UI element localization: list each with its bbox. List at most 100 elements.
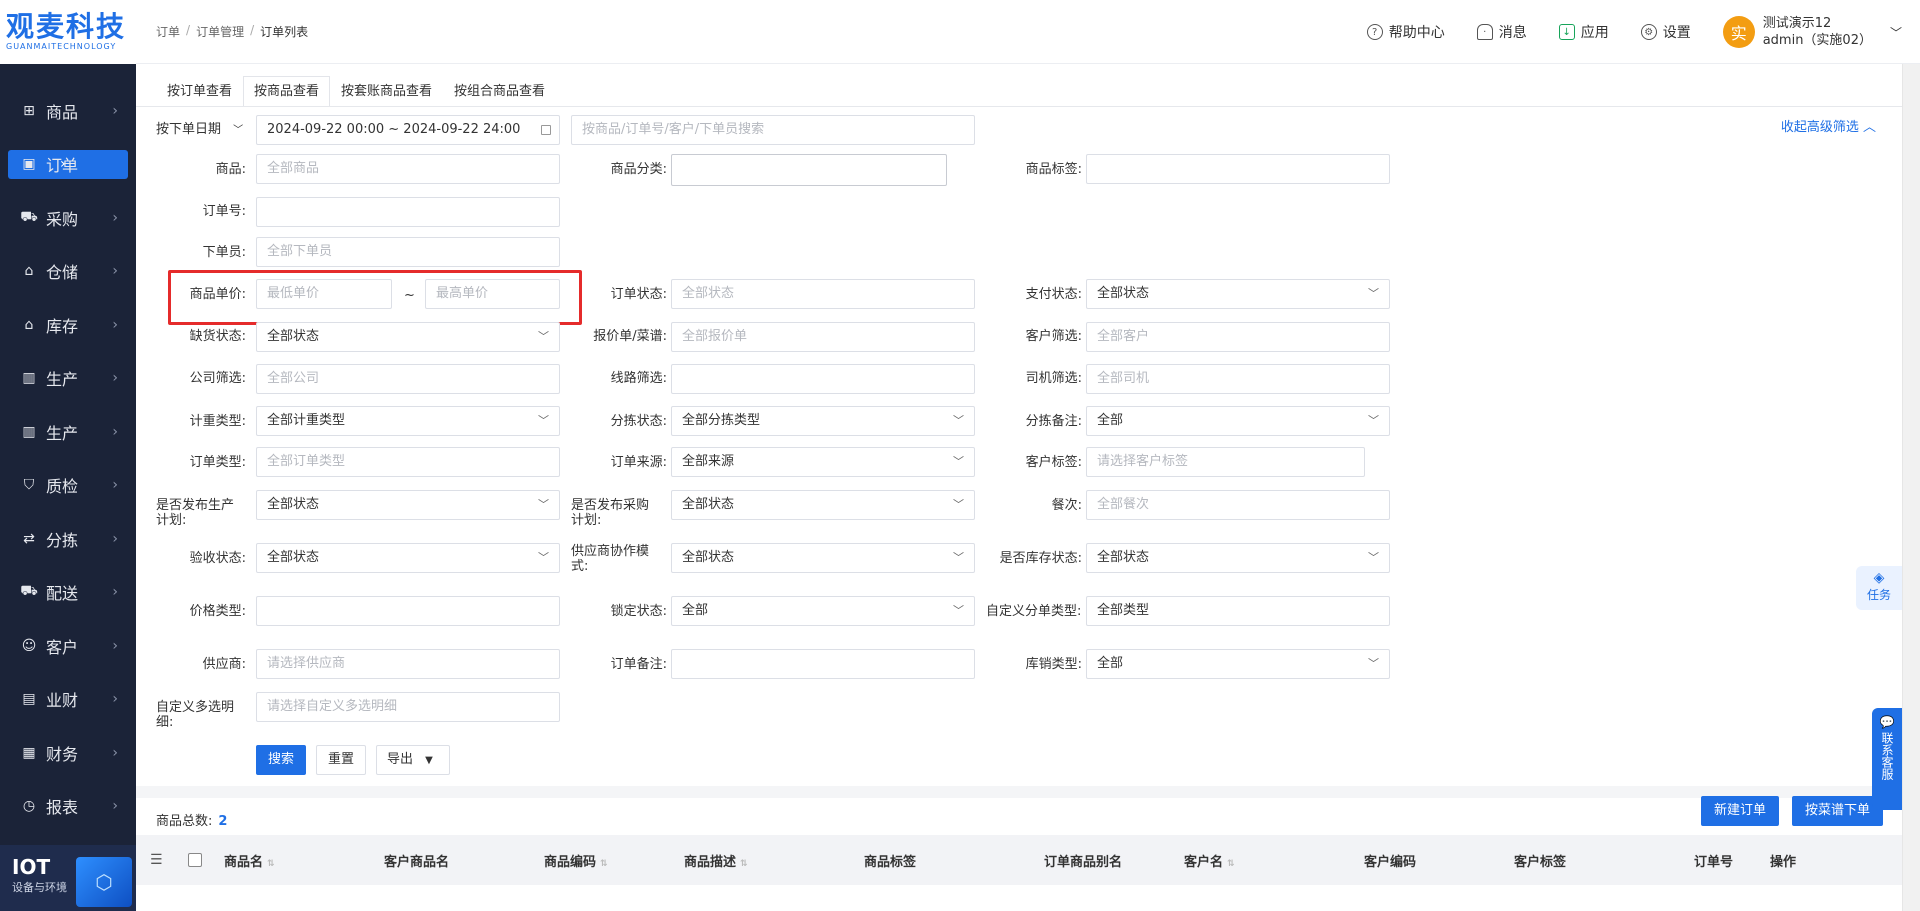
help-center-button[interactable]: ? 帮助中心	[1366, 22, 1445, 42]
split-type-select[interactable]: 全部类型	[1086, 596, 1390, 626]
sort-note-select[interactable]: 全部 ﹀	[1086, 406, 1390, 436]
min-price-input[interactable]: 最低单价	[256, 279, 392, 309]
route-label: 线路筛选:	[610, 371, 667, 386]
order-type-select[interactable]: 全部订单类型	[256, 447, 560, 477]
task-label: 任务	[1866, 588, 1891, 602]
sidebar-item[interactable]: ▣ 订单 ›	[0, 138, 136, 192]
production-plan-select[interactable]: 全部状态 ﹀	[256, 490, 560, 520]
category-select[interactable]	[671, 154, 947, 186]
meal-select[interactable]: 全部餐次	[1086, 490, 1390, 520]
export-button[interactable]: 导出 ▼	[376, 745, 450, 775]
sidebar-item[interactable]: ⛉ 质检 ›	[0, 459, 136, 513]
lock-status-select[interactable]: 全部 ﹀	[671, 596, 975, 626]
apps-button[interactable]: ↓ 应用	[1558, 22, 1609, 42]
column-header[interactable]: 客户名 ⇅	[1184, 851, 1235, 870]
quote-select[interactable]: 全部报价单	[671, 322, 975, 352]
reset-button[interactable]: 重置	[316, 745, 366, 775]
driver-select[interactable]: 全部司机	[1086, 364, 1390, 394]
customer-tag-select[interactable]: 请选择客户标签	[1086, 447, 1365, 477]
order-by-menu-button[interactable]: 按菜谱下单	[1792, 796, 1883, 826]
product-tag-select[interactable]	[1086, 154, 1390, 184]
select-all-checkbox[interactable]	[188, 853, 202, 867]
column-header: 订单号	[1694, 851, 1733, 870]
sidebar-item[interactable]: ⌂ 仓储 ›	[0, 245, 136, 299]
chevron-down-icon: ﹀	[953, 551, 964, 564]
weigh-type-select[interactable]: 全部计重类型 ﹀	[256, 406, 560, 436]
tab-by-order[interactable]: 按订单查看	[156, 76, 243, 106]
sidebar-item[interactable]: ⊞ 商品 ›	[0, 84, 136, 138]
collapse-advanced-filter-link[interactable]: 收起高级筛选 ︿	[1781, 116, 1876, 135]
sidebar-item[interactable]: ⇄ 分拣 ›	[0, 512, 136, 566]
sidebar-item[interactable]: ☺ 客户 ›	[0, 619, 136, 673]
logo[interactable]: 观麦科技 GUANMAITECHNOLOGY	[0, 0, 136, 64]
sidebar-item[interactable]: ⛟ 配送 ›	[0, 566, 136, 620]
tab-by-product[interactable]: 按商品查看	[243, 76, 331, 106]
route-select[interactable]	[671, 364, 975, 394]
layers-icon: ◈	[1873, 570, 1885, 586]
order-no-input[interactable]	[256, 197, 560, 227]
chevron-down-icon: ﹀	[953, 498, 964, 511]
breadcrumb-item-order[interactable]: 订单	[156, 23, 180, 40]
tab-by-combo-product[interactable]: 按组合商品查看	[443, 76, 556, 106]
orderer-select[interactable]: 全部下单员	[256, 237, 560, 267]
column-header[interactable]: 商品描述 ⇅	[684, 851, 748, 870]
page-scrollbar[interactable]	[1902, 64, 1920, 911]
supplier-mode-select[interactable]: 全部状态 ﹀	[671, 543, 975, 573]
search-input[interactable]: 按商品/订单号/客户/下单员搜索	[571, 115, 975, 145]
lock-status-value: 全部	[682, 603, 709, 618]
stock-sale-select[interactable]: 全部 ﹀	[1086, 649, 1390, 679]
sidebar-item[interactable]: ⌂ 库存 ›	[0, 298, 136, 352]
settings-button[interactable]: ⚙ 设置	[1640, 22, 1691, 42]
stock-state-value: 全部状态	[1097, 550, 1150, 565]
task-button[interactable]: ◈ 任务	[1856, 566, 1902, 610]
date-type-select[interactable]: 按下单日期 ﹀	[156, 122, 243, 138]
sidebar-item[interactable]: ▦ 财务 ›	[0, 726, 136, 780]
company-select[interactable]: 全部公司	[256, 364, 560, 394]
user-menu[interactable]: 实 测试演示12 admin（实施02） ﹀	[1722, 15, 1902, 49]
sort-status-select[interactable]: 全部分拣类型 ﹀	[671, 406, 975, 436]
chevron-right-icon: ›	[112, 691, 118, 708]
column-label: 商品标签	[864, 854, 917, 870]
column-settings-icon[interactable]: ☰	[150, 852, 163, 868]
purchase-plan-value: 全部状态	[682, 497, 735, 512]
order-status-select[interactable]: 全部状态	[671, 279, 975, 309]
table-header: ☰ 商品名 ⇅ 客户商品名 商品编码 ⇅ 商品描述 ⇅ 商品标签 订单商品别名 客户名…	[136, 835, 1902, 885]
purchase-plan-select[interactable]: 全部状态 ﹀	[671, 490, 975, 520]
sidebar-item[interactable]: ▥ 生产 ›	[0, 352, 136, 406]
quote-label: 报价单/菜谱:	[593, 329, 667, 344]
messages-button[interactable]: · 消息	[1476, 22, 1527, 42]
sidebar-item[interactable]: ⛟ 采购 ›	[0, 191, 136, 245]
chevron-down-icon: ﹀	[1368, 657, 1379, 670]
date-range-picker[interactable]: 2024-09-22 00:00 ~ 2024-09-22 24:00	[256, 115, 560, 145]
supplier-select[interactable]: 请选择供应商	[256, 649, 560, 679]
breadcrumb-separator: /	[250, 23, 255, 37]
pay-status-select[interactable]: 全部状态 ﹀	[1086, 279, 1390, 309]
order-source-select[interactable]: 全部来源 ﹀	[671, 447, 975, 477]
max-price-input[interactable]: 最高单价	[425, 279, 560, 309]
product-select[interactable]: 全部商品	[256, 154, 560, 184]
iot-panel[interactable]: IOT 设备与环境 ⬡	[0, 845, 136, 911]
sort-note-label: 分拣备注:	[1025, 414, 1082, 429]
category-label: 商品分类:	[610, 162, 667, 177]
column-header[interactable]: 商品名 ⇅	[224, 851, 275, 870]
sidebar-item[interactable]: ▥ 生产 ›	[0, 405, 136, 459]
price-type-select[interactable]	[256, 596, 560, 626]
sort-note-value: 全部	[1097, 413, 1124, 428]
stockout-select[interactable]: 全部状态 ﹀	[256, 322, 560, 352]
tab-by-account-product[interactable]: 按套账商品查看	[330, 76, 443, 106]
stock-state-select[interactable]: 全部状态 ﹀	[1086, 543, 1390, 573]
order-note-input[interactable]	[671, 649, 975, 679]
accept-status-select[interactable]: 全部状态 ﹀	[256, 543, 560, 573]
search-button[interactable]: 搜索	[256, 745, 306, 775]
factory-icon: ▥	[22, 423, 36, 440]
column-header[interactable]: 商品编码 ⇅	[544, 851, 608, 870]
new-order-button[interactable]: 新建订单	[1701, 796, 1779, 826]
sidebar-item[interactable]: ◷ 报表 ›	[0, 780, 136, 834]
contact-service-button[interactable]: 💬 联系客服	[1872, 708, 1902, 810]
sort-status-value: 全部分拣类型	[682, 413, 761, 428]
breadcrumb-item-order-mgmt[interactable]: 订单管理	[196, 23, 244, 40]
customer-select[interactable]: 全部客户	[1086, 322, 1390, 352]
custom-multi-select[interactable]: 请选择自定义多选明细	[256, 692, 560, 722]
factory-icon: ▥	[22, 370, 36, 387]
sidebar-item[interactable]: ▤ 业财 ›	[0, 673, 136, 727]
